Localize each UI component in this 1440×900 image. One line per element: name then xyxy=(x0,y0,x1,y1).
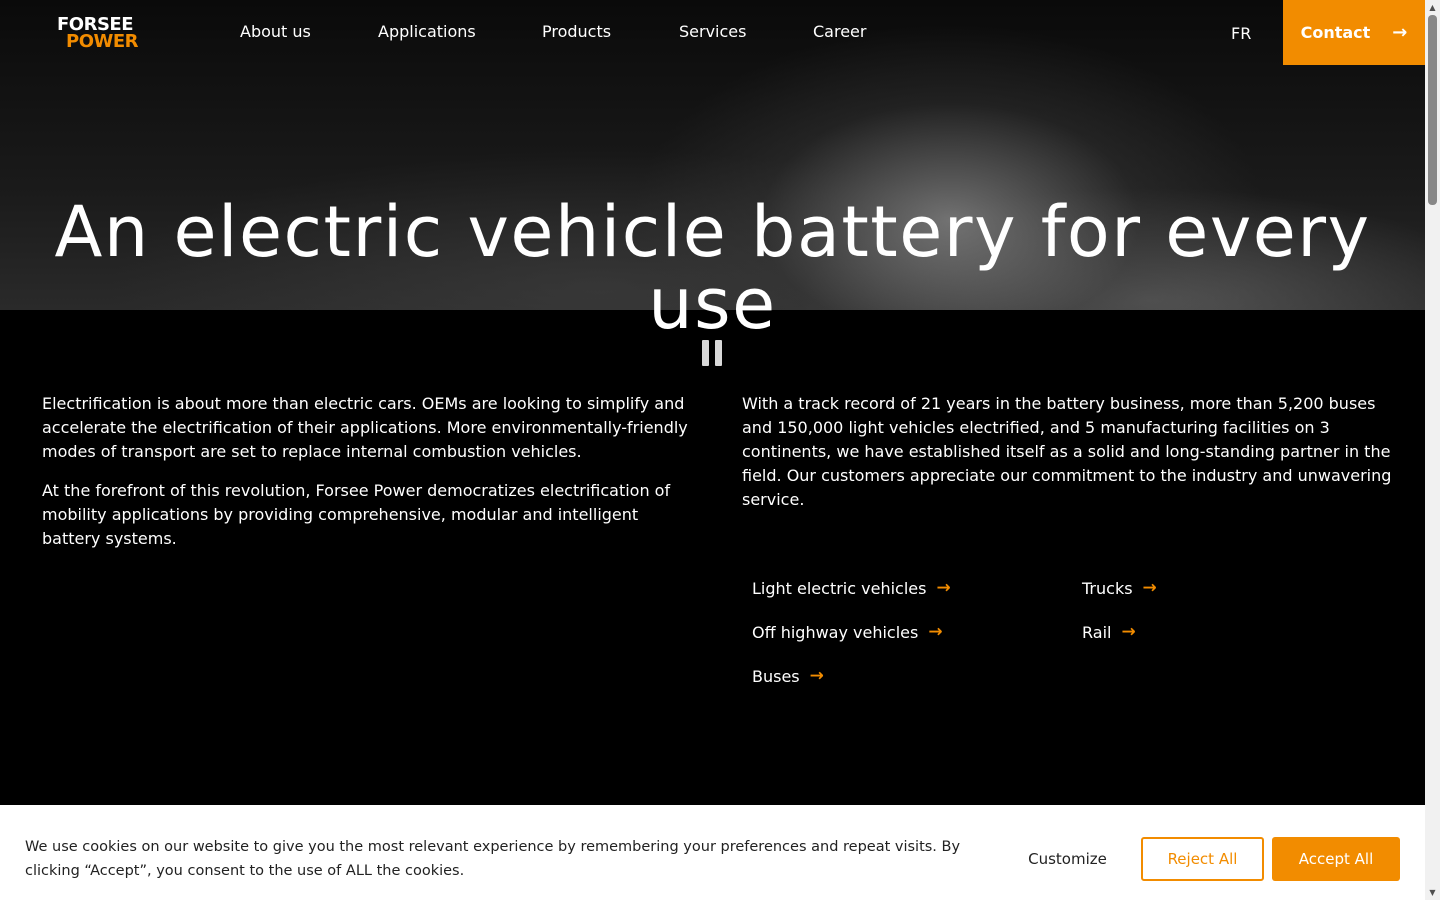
application-label: Buses xyxy=(752,666,800,686)
scroll-down-icon[interactable]: ▼ xyxy=(1425,885,1440,900)
page: FORSEE POWER About us Applications Produ… xyxy=(0,0,1425,900)
application-link-rail[interactable]: Rail → xyxy=(1082,622,1136,642)
application-link-off-highway-vehicles[interactable]: Off highway vehicles → xyxy=(752,622,943,642)
pause-icon[interactable] xyxy=(702,340,724,366)
contact-label: Contact xyxy=(1300,23,1371,42)
nav-item-services[interactable]: Services xyxy=(679,22,746,41)
site-header: FORSEE POWER About us Applications Produ… xyxy=(0,0,1425,65)
application-label: Light electric vehicles xyxy=(752,578,927,598)
arrow-right-icon: → xyxy=(928,622,943,642)
nav-item-products[interactable]: Products xyxy=(542,22,611,41)
forsee-power-logo[interactable]: FORSEE POWER xyxy=(57,16,149,52)
hero-title: An electric vehicle battery for every us… xyxy=(54,191,1371,345)
arrow-right-icon: → xyxy=(1142,578,1157,598)
application-label: Off highway vehicles xyxy=(752,622,919,642)
application-link-light-electric-vehicles[interactable]: Light electric vehicles → xyxy=(752,578,951,598)
application-label: Trucks xyxy=(1082,578,1133,598)
application-link-buses[interactable]: Buses → xyxy=(752,666,824,686)
arrow-right-icon: → xyxy=(809,666,824,686)
nav-item-career[interactable]: Career xyxy=(813,22,866,41)
intro-left: Electrification is about more than elect… xyxy=(42,392,692,551)
language-switch[interactable]: FR xyxy=(1231,24,1251,43)
accept-all-button[interactable]: Accept All xyxy=(1272,837,1400,881)
cookie-text: We use cookies on our website to give yo… xyxy=(25,839,961,879)
arrow-right-icon: → xyxy=(1121,622,1136,642)
application-link-trucks[interactable]: Trucks → xyxy=(1082,578,1157,598)
reject-all-button[interactable]: Reject All xyxy=(1141,837,1264,881)
intro-paragraph-3: With a track record of 21 years in the b… xyxy=(742,394,1392,509)
contact-button[interactable]: Contact → xyxy=(1283,0,1425,65)
scroll-up-icon[interactable]: ▲ xyxy=(1425,0,1440,15)
logo-line-2: POWER xyxy=(66,31,139,52)
application-label: Rail xyxy=(1082,622,1112,642)
scrollbar-thumb[interactable] xyxy=(1428,15,1437,205)
nav-item-applications[interactable]: Applications xyxy=(378,22,476,41)
customize-button[interactable]: Customize xyxy=(1015,837,1120,881)
scrollbar[interactable]: ▲ ▼ xyxy=(1425,0,1440,900)
arrow-right-icon: → xyxy=(936,578,951,598)
intro-paragraph-2: At the forefront of this revolution, For… xyxy=(42,481,671,548)
arrow-right-icon: → xyxy=(1392,22,1408,43)
intro-right: With a track record of 21 years in the b… xyxy=(742,392,1392,512)
nav-item-about-us[interactable]: About us xyxy=(240,22,311,41)
intro-paragraph-1: Electrification is about more than elect… xyxy=(42,394,688,461)
